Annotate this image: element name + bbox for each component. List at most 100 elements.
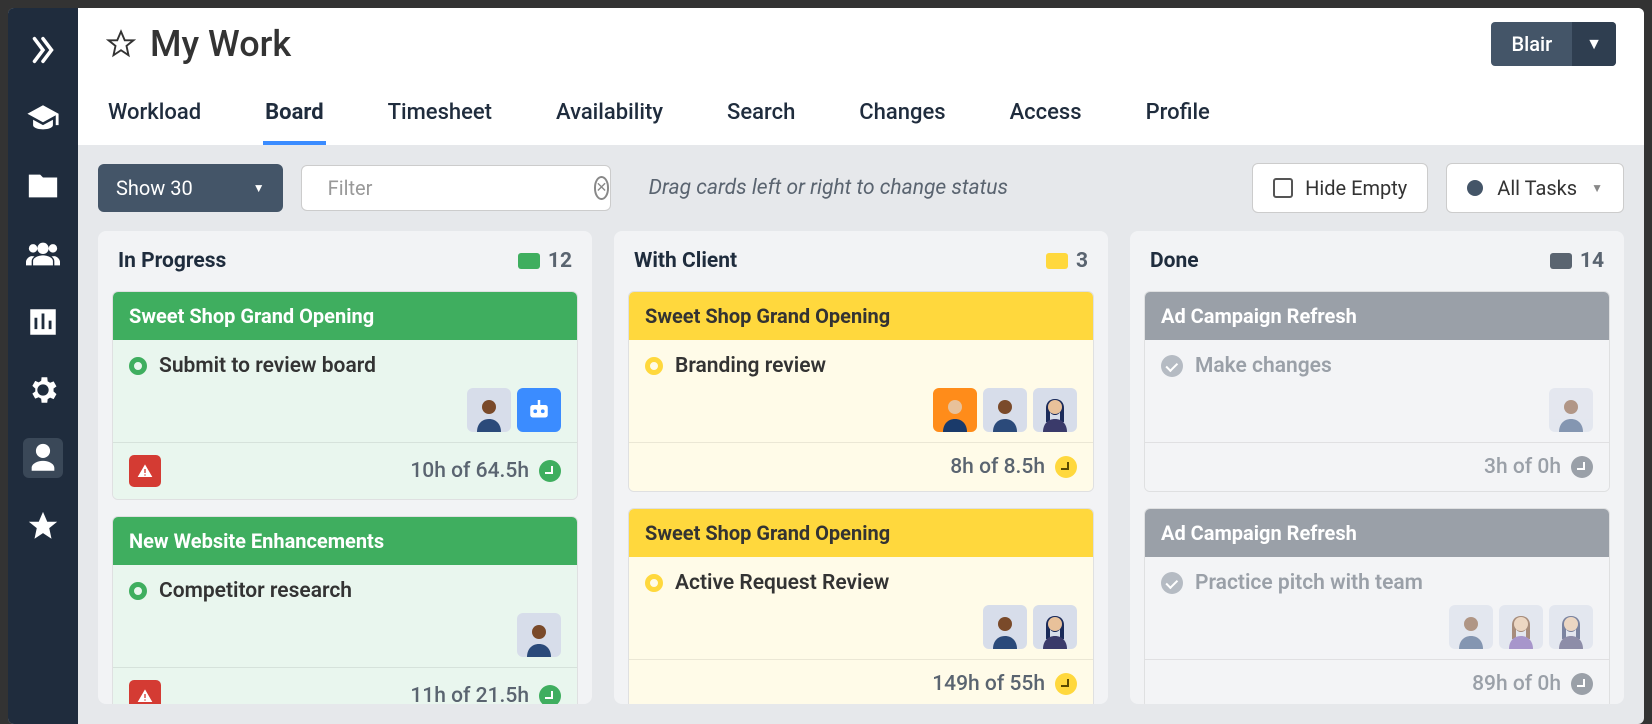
card-project: New Website Enhancements [113, 517, 577, 565]
column-with-client: With Client3Sweet Shop Grand OpeningBran… [614, 231, 1108, 704]
status-dot-icon [1467, 180, 1483, 196]
board: In Progress 12 Sweet Shop Grand OpeningSub… [78, 231, 1644, 724]
card-project: Sweet Shop Grand Opening [113, 292, 577, 340]
tab-changes[interactable]: Changes [857, 90, 947, 145]
user-icon[interactable] [23, 438, 63, 478]
task-card[interactable]: Sweet Shop Grand OpeningSubmit to review… [112, 291, 578, 500]
bot-avatar [517, 388, 561, 432]
card-task-name: Make changes [1195, 354, 1332, 378]
caret-down-icon: ▼ [1572, 22, 1616, 66]
chart-icon[interactable] [23, 302, 63, 342]
hide-empty-label: Hide Empty [1305, 176, 1407, 200]
user-avatar [983, 388, 1027, 432]
column-body[interactable]: Sweet Shop Grand OpeningSubmit to review… [98, 291, 592, 704]
clear-filter-icon[interactable]: ✕ [594, 176, 610, 200]
tab-board[interactable]: Board [263, 90, 325, 145]
user-avatar [1033, 605, 1077, 649]
tab-workload[interactable]: Workload [106, 90, 203, 145]
people-icon[interactable] [23, 234, 63, 274]
user-avatar [1549, 388, 1593, 432]
card-avatars [129, 388, 561, 432]
user-avatar [517, 613, 561, 657]
all-tasks-dropdown[interactable]: All Tasks ▼ [1446, 163, 1624, 213]
tab-profile[interactable]: Profile [1144, 90, 1212, 145]
task-card[interactable]: New Website Enhancements Competitor resea… [112, 516, 578, 704]
card-avatars [1161, 388, 1593, 432]
card-hours: 149h of 55h [932, 672, 1077, 696]
card-hours: 11h of 21.5h [410, 684, 561, 704]
column-done: Done14Ad Campaign RefreshMake changes3h … [1130, 231, 1624, 704]
warning-icon [129, 455, 161, 487]
user-avatar [1449, 605, 1493, 649]
clock-icon [539, 460, 561, 482]
filter-box: ✕ [301, 165, 611, 211]
user-avatar [933, 388, 977, 432]
clock-icon [1055, 673, 1077, 695]
header: My Work Blair ▼ Workload Board Timesheet… [78, 8, 1644, 145]
status-ring-icon [645, 574, 663, 592]
toolbar: Show 30 ▼ ✕ Drag cards left or right to … [78, 145, 1644, 231]
user-avatar [1549, 605, 1593, 649]
checkbox-icon [1273, 178, 1293, 198]
column-title: In Progress [118, 249, 226, 273]
card-project: Ad Campaign Refresh [1145, 509, 1609, 557]
hide-empty-toggle[interactable]: Hide Empty [1252, 163, 1428, 213]
clock-icon [1571, 456, 1593, 478]
show-count-dropdown[interactable]: Show 30 ▼ [98, 164, 283, 212]
card-avatars [645, 605, 1077, 649]
task-card[interactable]: Ad Campaign Refresh Practice pitch with t… [1144, 508, 1610, 704]
all-tasks-label: All Tasks [1497, 176, 1577, 200]
star-icon[interactable] [23, 506, 63, 546]
status-ring-icon [129, 582, 147, 600]
column-body[interactable]: Ad Campaign RefreshMake changes3h of 0hA… [1130, 291, 1624, 704]
tab-search[interactable]: Search [725, 90, 797, 145]
column-title: With Client [634, 249, 737, 273]
column-in-progress: In Progress 12 Sweet Shop Grand OpeningSub… [98, 231, 592, 704]
user-dropdown[interactable]: Blair ▼ [1491, 22, 1616, 66]
favorite-star-icon[interactable] [106, 29, 136, 59]
graduation-icon[interactable] [23, 98, 63, 138]
column-count: 14 [1550, 249, 1604, 273]
count-badge-icon [1046, 253, 1068, 269]
folder-icon[interactable] [23, 166, 63, 206]
task-card[interactable]: Sweet Shop Grand Opening Branding review 8… [628, 291, 1094, 492]
check-circle-icon [1161, 355, 1183, 377]
drag-hint: Drag cards left or right to change statu… [649, 176, 1008, 200]
column-count: 12 [518, 249, 572, 273]
expand-icon[interactable] [23, 30, 63, 70]
card-task-name: Practice pitch with team [1195, 571, 1423, 595]
card-task-name: Active Request Review [675, 571, 889, 595]
sidebar [8, 8, 78, 724]
card-avatars [1161, 605, 1593, 649]
card-project: Sweet Shop Grand Opening [629, 509, 1093, 557]
status-ring-icon [645, 357, 663, 375]
tab-availability[interactable]: Availability [554, 90, 665, 145]
card-project: Ad Campaign Refresh [1145, 292, 1609, 340]
filter-input[interactable] [328, 176, 582, 200]
task-card[interactable]: Ad Campaign RefreshMake changes3h of 0h [1144, 291, 1610, 492]
tabs: Workload Board Timesheet Availability Se… [106, 90, 1616, 145]
card-hours: 89h of 0h [1472, 672, 1593, 696]
clock-icon [539, 685, 561, 704]
page-title: My Work [150, 23, 291, 65]
column-title: Done [1150, 249, 1199, 273]
gear-icon[interactable] [23, 370, 63, 410]
check-circle-icon [1161, 572, 1183, 594]
show-count-label: Show 30 [116, 176, 193, 200]
task-card[interactable]: Sweet Shop Grand Opening Active Request R… [628, 508, 1094, 704]
caret-down-icon: ▼ [253, 181, 265, 195]
count-badge-icon [518, 253, 540, 269]
card-hours: 8h of 8.5h [950, 455, 1077, 479]
user-avatar [467, 388, 511, 432]
card-task-name: Branding review [675, 354, 826, 378]
clock-icon [1055, 456, 1077, 478]
card-task-name: Competitor research [159, 579, 352, 603]
user-name: Blair [1491, 22, 1572, 66]
count-badge-icon [1550, 253, 1572, 269]
card-project: Sweet Shop Grand Opening [629, 292, 1093, 340]
tab-timesheet[interactable]: Timesheet [386, 90, 494, 145]
tab-access[interactable]: Access [1008, 90, 1084, 145]
status-ring-icon [129, 357, 147, 375]
card-avatars [645, 388, 1077, 432]
column-body[interactable]: Sweet Shop Grand Opening Branding review 8… [614, 291, 1108, 704]
